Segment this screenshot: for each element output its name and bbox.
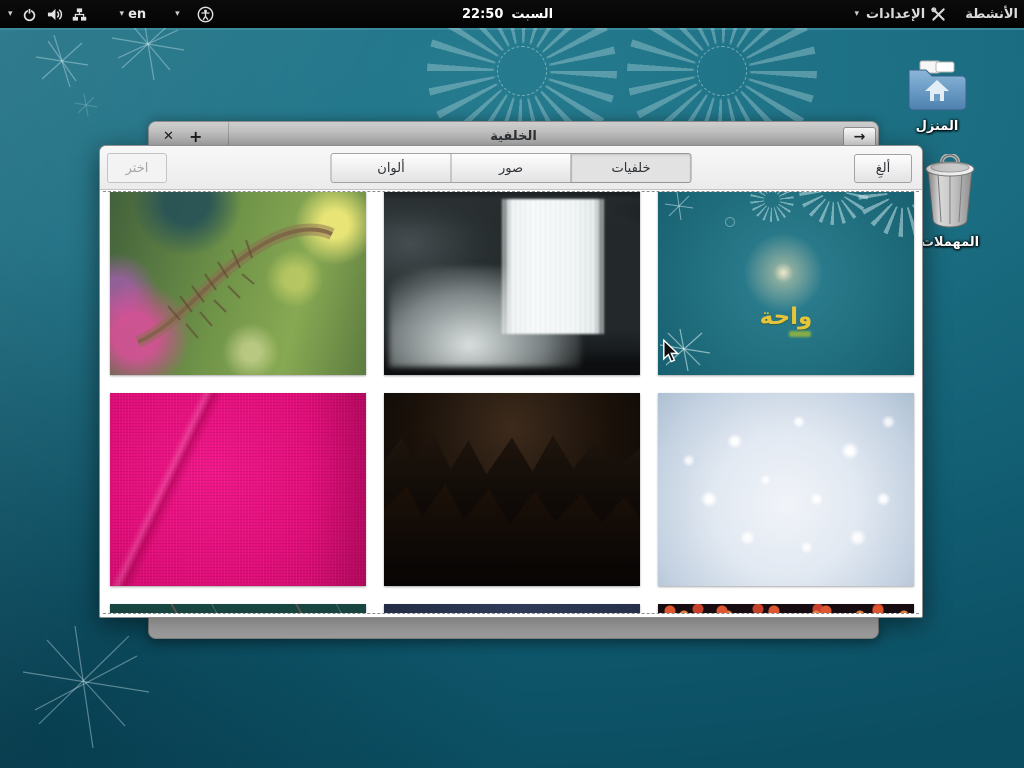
top-panel: ▾ ▾ en ▾ 22:50 السبت ▾ الإعدادات الأنشطة xyxy=(0,0,1024,28)
background-chooser-dialog: اختر ألوان صور خلفيات ألغِ واحة xyxy=(99,145,923,618)
wallpaper-rosette-ring xyxy=(497,46,547,96)
wallpaper-thumbnail-dark-blue[interactable] xyxy=(384,604,640,613)
wallpaper-thumbnail-dark-leaves[interactable] xyxy=(384,393,640,586)
wallpaper-thumbnail-orange-flowers[interactable] xyxy=(658,604,914,613)
wallpaper-thumbnail-grass-macro[interactable] xyxy=(110,192,366,375)
chevron-down-icon: ▾ xyxy=(119,9,125,19)
accessibility-icon[interactable] xyxy=(197,6,214,23)
desktop-icon-label: المهملات xyxy=(920,235,980,250)
settings-window-bottom-edge xyxy=(148,618,879,639)
wallpaper-thumbnail-dark-teal-pattern[interactable] xyxy=(110,604,366,613)
wallpaper-thumbnail-oasis[interactable]: واحة xyxy=(658,192,914,375)
wheat-spike xyxy=(135,223,335,348)
oasis-rosette xyxy=(857,192,914,238)
oasis-ring xyxy=(724,216,735,227)
select-button[interactable]: اختر xyxy=(107,153,167,183)
status-area[interactable]: ▾ ▾ en ▾ xyxy=(8,0,214,28)
power-icon[interactable] xyxy=(22,7,37,22)
wallpaper-scroll-area[interactable]: واحة xyxy=(103,191,919,614)
wallpaper-grid: واحة xyxy=(103,192,919,613)
tab-pictures[interactable]: صور xyxy=(450,153,572,183)
settings-window-title: الخلفية xyxy=(490,129,537,144)
network-icon[interactable] xyxy=(72,7,87,22)
chevron-down-icon: ▾ xyxy=(854,9,860,19)
volume-icon[interactable] xyxy=(46,7,63,22)
oasis-wallpaper-subtext xyxy=(788,330,811,337)
clock-time: 22:50 xyxy=(462,6,504,22)
screen: ▾ ▾ en ▾ 22:50 السبت ▾ الإعدادات الأنشطة… xyxy=(0,0,1024,768)
chevron-down-icon[interactable]: ▾ xyxy=(175,0,180,28)
desktop-icon-trash[interactable]: المهملات xyxy=(912,153,988,250)
keyboard-layout-label: en xyxy=(128,6,147,22)
waterfall-column xyxy=(501,199,605,335)
clock[interactable]: 22:50 السبت xyxy=(462,0,553,28)
settings-window-titlebar[interactable]: الخلفية xyxy=(148,121,879,146)
cursor-pointer xyxy=(663,339,680,363)
chevron-down-icon: ▾ xyxy=(8,9,13,19)
leaf-layer xyxy=(384,432,640,525)
home-folder-icon xyxy=(908,60,967,111)
desktop[interactable]: المنزل المهملات الخلفية → ✕ + اختر ألوان… xyxy=(0,28,1024,768)
tab-colors[interactable]: ألوان xyxy=(330,153,452,183)
wallpaper-rosette-ring xyxy=(697,46,747,96)
cancel-button[interactable]: ألغِ xyxy=(854,154,912,183)
clock-day: السبت xyxy=(511,6,554,22)
dialog-header: اختر ألوان صور خلفيات ألغِ xyxy=(100,146,922,190)
desktop-icon-home[interactable]: المنزل xyxy=(902,60,972,134)
remove-icon[interactable]: ✕ xyxy=(163,129,174,144)
wallpaper-thumbnail-pink-fabric[interactable] xyxy=(110,393,366,586)
tab-group: ألوان صور خلفيات xyxy=(330,153,692,183)
wallpaper-thumbnail-waterfall[interactable] xyxy=(384,192,640,375)
trash-icon xyxy=(925,153,975,228)
oasis-wallpaper-text: واحة xyxy=(759,303,813,330)
keyboard-layout-menu[interactable]: ▾ en xyxy=(120,0,147,28)
toolbar-separator xyxy=(228,122,229,145)
activities-button[interactable]: الأنشطة xyxy=(965,7,1018,22)
oasis-sparkle xyxy=(665,192,694,220)
add-icon[interactable]: + xyxy=(189,127,202,146)
oasis-rosette xyxy=(750,192,795,223)
settings-menu-label: الإعدادات xyxy=(866,6,926,22)
settings-app-menu[interactable]: الإعدادات xyxy=(866,7,946,22)
tab-wallpapers[interactable]: خلفيات xyxy=(570,153,692,183)
desktop-icon-label: المنزل xyxy=(915,119,959,134)
settings-tools-icon xyxy=(931,6,946,22)
wallpaper-thumbnail-dandelion[interactable] xyxy=(658,393,914,586)
